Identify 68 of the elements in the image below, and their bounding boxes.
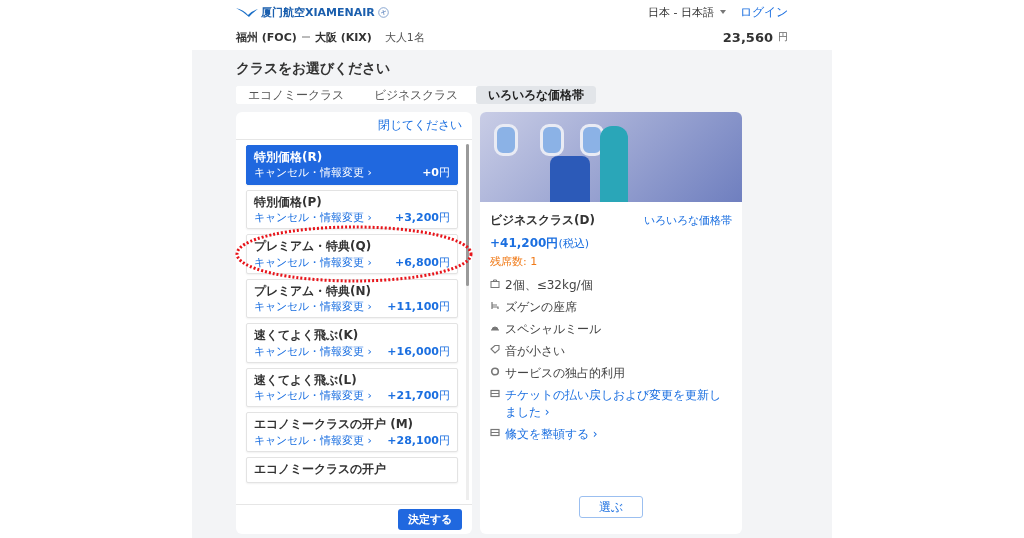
fare-name: 特別価格(R) [254, 150, 324, 165]
close-link[interactable]: 閉じてください [378, 117, 462, 134]
scrollbar-thumb[interactable] [466, 144, 469, 287]
destination-text: 大阪 (KIX) [314, 29, 372, 45]
fare-price: +21,700円 [387, 389, 450, 403]
cancel-change-link[interactable]: キャンセル・情報変更 › [254, 255, 372, 269]
class-tab[interactable]: いろいろな価格帯 [476, 86, 596, 104]
cancel-change-link[interactable]: キャンセル・情報変更 › [254, 210, 372, 225]
fare-price: +11,100円 [387, 300, 450, 314]
feature-text: 2個、≤32kg/個 [505, 277, 593, 294]
login-link[interactable]: ログイン [740, 3, 788, 21]
fare-price: +0円 [422, 166, 450, 180]
feature-text: スペシャルミール [505, 321, 601, 338]
cloche-icon [490, 323, 500, 332]
emblem-icon [377, 6, 389, 18]
info-link[interactable]: チケットの払い戻しおよび変更を更新しました › [505, 387, 732, 421]
logo-text: 厦门航空XIAMENAIR [261, 4, 375, 20]
bird-logo-icon [236, 7, 258, 17]
seat-icon [490, 301, 500, 310]
route-icon [301, 35, 310, 39]
info-link[interactable]: 條文を整頓する › [505, 426, 598, 443]
fare-option[interactable]: プレミアム・特典(Q) キャンセル・情報変更 › +6,800円 [246, 234, 458, 274]
fare-name: プレミアム・特典(Q) [254, 239, 373, 254]
currency-text: 円 [778, 30, 788, 44]
fare-price: +28,100円 [387, 433, 450, 448]
cancel-change-link[interactable]: キャンセル・情報変更 › [254, 300, 372, 314]
fare-price: +6,800円 [395, 255, 450, 269]
tax-note: (税込) [558, 237, 589, 250]
origin-text: 福州 (FOC) [236, 29, 297, 45]
cancel-change-link[interactable]: キャンセル・情報変更 › [254, 166, 372, 180]
fare-option[interactable]: 速くてよく飛ぶ(K) キャンセル・情報変更 › +16,000円 [246, 323, 458, 363]
fare-price: +16,000円 [387, 344, 450, 358]
fare-name: エコノミークラスの开户 [254, 462, 387, 477]
total-price: 23,560 [722, 29, 773, 45]
cancel-change-link[interactable]: キャンセル・情報変更 › [254, 433, 372, 448]
feature-text: 音が小さい [505, 343, 565, 360]
select-button[interactable]: 選ぶ [579, 496, 643, 518]
fare-option[interactable]: プレミアム・特典(N) キャンセル・情報変更 › +11,100円 [246, 278, 458, 319]
fare-name: プレミアム・特典(N) [254, 283, 372, 299]
language-selector[interactable]: 日本 - 日本語 [648, 4, 714, 20]
fare-price: +3,200円 [395, 210, 450, 225]
class-name: ビジネスクラス(D) [490, 212, 595, 229]
fare-option[interactable]: エコノミークラスの开户 [246, 457, 458, 484]
feature-text: サービスの独占的利用 [505, 365, 625, 382]
class-price: +41,200円 [490, 236, 559, 250]
page-title: クラスをお選びください [236, 60, 391, 78]
fare-option[interactable]: 速くてよく飛ぶ(L) キャンセル・情報変更 › +21,700円 [246, 367, 458, 408]
scrollbar[interactable] [466, 144, 469, 500]
ticket-icon [490, 428, 500, 437]
fare-name: 速くてよく飛ぶ(K) [254, 328, 360, 343]
ticket-icon [490, 389, 500, 398]
tag-icon [490, 345, 500, 354]
fare-name: 特別価格(P) [254, 194, 323, 209]
ring-icon [490, 367, 500, 376]
fare-option[interactable]: エコノミークラスの开户 (M) キャンセル・情報変更 › +28,100円 [246, 412, 458, 453]
confirm-button[interactable]: 決定する [398, 509, 462, 530]
cancel-change-link[interactable]: キャンセル・情報変更 › [254, 389, 372, 403]
fare-name: 速くてよく飛ぶ(L) [254, 372, 358, 388]
passenger-count: 大人1名 [384, 29, 425, 45]
seats-left: 残席数: 1 [490, 254, 539, 269]
feature-text: ズゲンの座席 [505, 299, 577, 316]
dropdown-caret-icon[interactable] [720, 10, 726, 14]
price-range-link[interactable]: いろいろな価格帯 [644, 213, 732, 228]
luggage-icon [490, 279, 500, 288]
fare-name: エコノミークラスの开户 (M) [254, 417, 415, 432]
cancel-change-link[interactable]: キャンセル・情報変更 › [254, 344, 372, 358]
fare-option[interactable]: 特別価格(R) キャンセル・情報変更 › +0円 [246, 145, 458, 185]
fare-option[interactable]: 特別価格(P) キャンセル・情報変更 › +3,200円 [246, 189, 458, 230]
